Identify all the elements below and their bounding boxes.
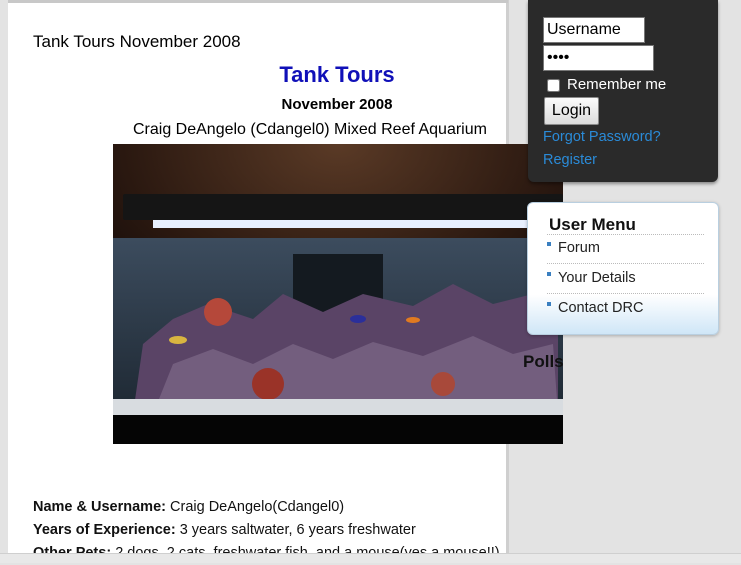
menu-item-your-details[interactable]: Your Details (547, 270, 636, 286)
remember-me-checkbox[interactable] (547, 79, 560, 92)
menu-item-contact-drc[interactable]: Contact DRC (547, 300, 643, 316)
user-menu-panel: User Menu Forum Your Details Contact DRC (527, 202, 719, 335)
article-heading: Tank Tours November 2008 (33, 32, 241, 51)
square-bullet-icon (547, 272, 551, 277)
square-bullet-icon (547, 302, 551, 307)
detail-name-value: Craig DeAngelo(Cdangel0) (165, 499, 345, 515)
password-input[interactable] (543, 45, 654, 71)
menu-item-label: Your Details (558, 270, 636, 286)
square-bullet-icon (547, 242, 551, 247)
tour-subtitle: Craig DeAngelo (Cdangel0) Mixed Reef Aqu… (133, 121, 487, 138)
user-menu-title: User Menu (549, 215, 636, 234)
tour-title: Tank Tours (279, 62, 395, 87)
remember-me-label: Remember me (567, 76, 667, 93)
menu-item-forum[interactable]: Forum (547, 240, 600, 256)
detail-row-name: Name & Username: Craig DeAngelo(Cdangel0… (33, 496, 500, 519)
top-divider (8, 0, 508, 3)
user-menu-divider (547, 293, 704, 294)
username-input[interactable] (543, 17, 645, 43)
detail-row-experience: Years of Experience: 3 years saltwater, … (33, 519, 500, 542)
login-button[interactable]: Login (544, 97, 599, 125)
forgot-password-link[interactable]: Forgot Password? (543, 129, 661, 145)
menu-item-label: Contact DRC (558, 300, 644, 316)
detail-experience-label: Years of Experience: (33, 522, 176, 538)
login-panel: Remember me Login Forgot Password? Regis… (528, 0, 718, 182)
polls-heading: Polls (523, 352, 564, 371)
register-link[interactable]: Register (543, 152, 597, 168)
user-menu-divider (547, 263, 704, 264)
menu-item-label: Forum (558, 240, 600, 256)
user-menu-divider (547, 234, 704, 235)
reef-aquarium-photo (113, 144, 563, 444)
tour-date: November 2008 (281, 96, 393, 113)
detail-experience-value: 3 years saltwater, 6 years freshwater (175, 522, 416, 538)
aquarium-image (113, 144, 563, 444)
detail-name-label: Name & Username: (33, 499, 166, 515)
